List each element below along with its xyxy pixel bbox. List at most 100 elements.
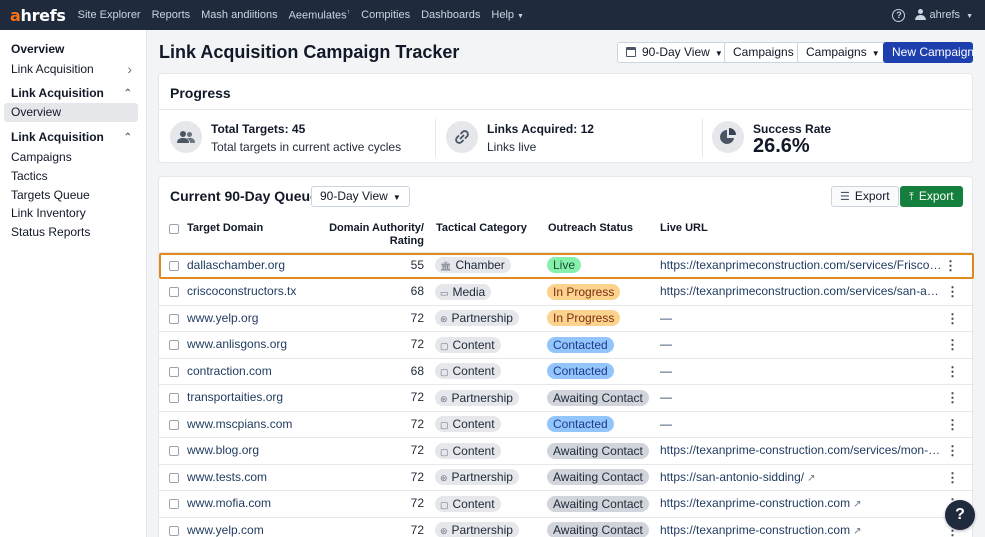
row-checkbox[interactable]	[169, 287, 179, 297]
domain-link[interactable]: www.mscpians.com	[187, 412, 292, 437]
nav-link-mash-andiitions[interactable]: Mash andiitions	[201, 9, 277, 21]
view-select[interactable]: 90-Day View ▼	[617, 42, 732, 63]
help-icon[interactable]: ?	[892, 8, 906, 22]
row-checkbox[interactable]	[169, 472, 179, 483]
row-checkbox[interactable]	[169, 393, 179, 403]
sidebar-item-tactics[interactable]: Tactics	[0, 167, 146, 186]
table-row[interactable]: transportaities.org 72 ⊛ Partnership Awaitin…	[159, 385, 974, 412]
domain-link[interactable]: www.yelp.org	[187, 306, 258, 331]
row-menu-icon[interactable]: ⋮	[946, 438, 959, 463]
user-menu[interactable]: ahrefs ▼	[915, 9, 973, 21]
table-row[interactable]: criscoconstructors.tx 68 ▭ Media In Progress…	[159, 279, 974, 306]
sidebar-item-link-acquisition[interactable]: Link Acquisition ⌃	[0, 128, 146, 147]
export-primary-button[interactable]: ⤒ Export	[900, 186, 963, 207]
ahrefs-logo[interactable]: ahrefs	[10, 6, 66, 25]
category-cell: 🏛 Chamber	[435, 253, 511, 278]
domain-link[interactable]: criscoconstructors.tx	[187, 279, 296, 304]
chevron-down-icon: ▼	[392, 193, 401, 202]
category-tag: ▢ Content	[435, 363, 501, 380]
row-menu-icon[interactable]: ⋮	[946, 306, 959, 331]
help-fab-button[interactable]: ?	[945, 500, 975, 530]
divider	[702, 119, 703, 157]
row-checkbox[interactable]	[169, 499, 179, 509]
table-row[interactable]: www.anlisgons.org 72 ▢ Content Contacted — ⋮	[159, 332, 974, 359]
queue-title: Current 90-Day Queue	[170, 188, 318, 204]
row-checkbox[interactable]	[169, 446, 179, 456]
row-menu-icon[interactable]: ⋮	[946, 412, 959, 437]
external-link-icon[interactable]: ↗	[807, 473, 815, 484]
table-row[interactable]: www.tests.com 72 ⊛ Partnership Awaiting Cont…	[159, 465, 974, 491]
sidebar-item-link-acquisition[interactable]: Link Acquisition ⌃	[0, 84, 146, 103]
domain-link[interactable]: dallaschamber.org	[187, 253, 285, 278]
live-url[interactable]: https://texanprime-construction.com/serv…	[660, 438, 942, 463]
row-menu-icon[interactable]: ⋮	[946, 465, 959, 490]
chevron-down-icon: ▼	[714, 49, 723, 58]
nav-link-dashboards[interactable]: Dashboards	[421, 9, 480, 21]
live-url[interactable]: https://san-antonio-sidding/↗	[660, 465, 942, 491]
row-checkbox[interactable]	[169, 366, 179, 377]
nav-link-site-explorer[interactable]: Site Explorer	[78, 9, 141, 21]
live-url[interactable]: https://texanprime-construction.com ↗	[660, 518, 942, 537]
col-url[interactable]: Live URL	[660, 222, 708, 235]
nav-link-aeemulates[interactable]: Aeemulates↑	[289, 9, 351, 22]
handshake-icon: ⊛	[440, 473, 448, 484]
external-link-icon[interactable]: ↗	[853, 499, 861, 510]
select-all-checkbox[interactable]	[169, 224, 179, 234]
row-menu-icon[interactable]: ⋮	[946, 385, 959, 410]
live-url[interactable]: https://texanprimeconstruction.com/servi…	[660, 253, 942, 278]
row-checkbox[interactable]	[169, 340, 179, 350]
domain-link[interactable]: www.blog.org	[187, 438, 259, 463]
table-row[interactable]: dallaschamber.org 55 🏛 Chamber Live https://t…	[159, 252, 974, 279]
nav-link-help[interactable]: Help ▼	[491, 9, 524, 21]
category-cell: ▢ Content	[435, 438, 501, 463]
row-menu-icon[interactable]: ⋮	[946, 332, 959, 357]
sidebar-item-overview[interactable]: Overview	[4, 103, 138, 122]
nav-link-compities[interactable]: Compities	[361, 9, 410, 21]
campaigns-dropdown[interactable]: Campaigns ▼	[797, 42, 889, 63]
col-da[interactable]: Domain Authority/Rating	[329, 222, 424, 248]
nav-link-reports[interactable]: Reports	[152, 9, 191, 21]
domain-link[interactable]: www.tests.com	[187, 465, 267, 490]
table-row[interactable]: contraction.com 68 ▢ Content Contacted — ⋮	[159, 359, 974, 385]
domain-link[interactable]: www.mofia.com	[187, 491, 271, 516]
table-row[interactable]: www.blog.org 72 ▢ Content Awaiting Contact ht…	[159, 438, 974, 465]
sidebar-item-targets-queue[interactable]: Targets Queue	[0, 186, 146, 205]
col-status[interactable]: Outreach Status	[548, 222, 633, 235]
domain-link[interactable]: transportaities.org	[187, 385, 283, 410]
campaigns-button[interactable]: Campaigns	[724, 42, 803, 63]
row-menu-icon[interactable]: ⋮	[944, 253, 957, 278]
export-secondary-button[interactable]: ☰ Export	[831, 186, 899, 207]
table-row[interactable]: www.yelp.org 72 ⊛ Partnership In Progress — ⋮	[159, 306, 974, 332]
live-url[interactable]: https://texanprime-construction.com ↗	[660, 491, 942, 517]
new-campaign-button[interactable]: New Campaign	[883, 42, 974, 63]
col-category[interactable]: Tactical Category	[436, 222, 527, 235]
user-icon	[915, 9, 927, 21]
row-checkbox[interactable]	[169, 313, 179, 324]
sidebar-item-campaigns[interactable]: Campaigns	[0, 148, 146, 167]
sidebar-item-link-acquisition[interactable]: Link Acquisition ›	[0, 60, 146, 79]
col-domain[interactable]: Target Domain	[187, 222, 263, 235]
users-icon	[170, 121, 202, 153]
table-row[interactable]: www.mofia.com 72 ▢ Content Awaiting Contact h…	[159, 491, 974, 518]
live-url[interactable]: https://texanprimeconstruction.com/servi…	[660, 279, 942, 304]
sidebar-item-link-inventory[interactable]: Link Inventory	[0, 204, 146, 223]
row-menu-icon[interactable]: ⋮	[946, 279, 959, 304]
document-icon: ▢	[440, 367, 449, 378]
domain-link[interactable]: www.anlisgons.org	[187, 332, 287, 357]
table-row[interactable]: www.yelp.com 72 ⊛ Partnership Awaiting Conta…	[159, 518, 974, 537]
external-link-icon[interactable]: ↗	[853, 526, 861, 537]
table-row[interactable]: www.mscpians.com 72 ▢ Content Contacted — ⋮	[159, 412, 974, 438]
live-url: —	[660, 416, 672, 431]
sidebar-item-overview[interactable]: Overview	[0, 40, 146, 59]
domain-authority: 72	[410, 522, 424, 537]
sidebar-item-status-reports[interactable]: Status Reports	[0, 223, 146, 242]
row-checkbox[interactable]	[169, 419, 179, 430]
queue-view-select[interactable]: 90-Day View ▼	[311, 186, 410, 207]
nav-links: Site Explorer Reports Mash andiitions Aeemu…	[78, 9, 535, 22]
domain-link[interactable]: contraction.com	[187, 359, 272, 384]
domain-link[interactable]: www.yelp.com	[187, 518, 264, 537]
row-menu-icon[interactable]: ⋮	[946, 359, 959, 384]
status-badge: Contacted	[547, 363, 614, 380]
row-checkbox[interactable]	[169, 525, 179, 536]
row-checkbox[interactable]	[169, 260, 179, 271]
